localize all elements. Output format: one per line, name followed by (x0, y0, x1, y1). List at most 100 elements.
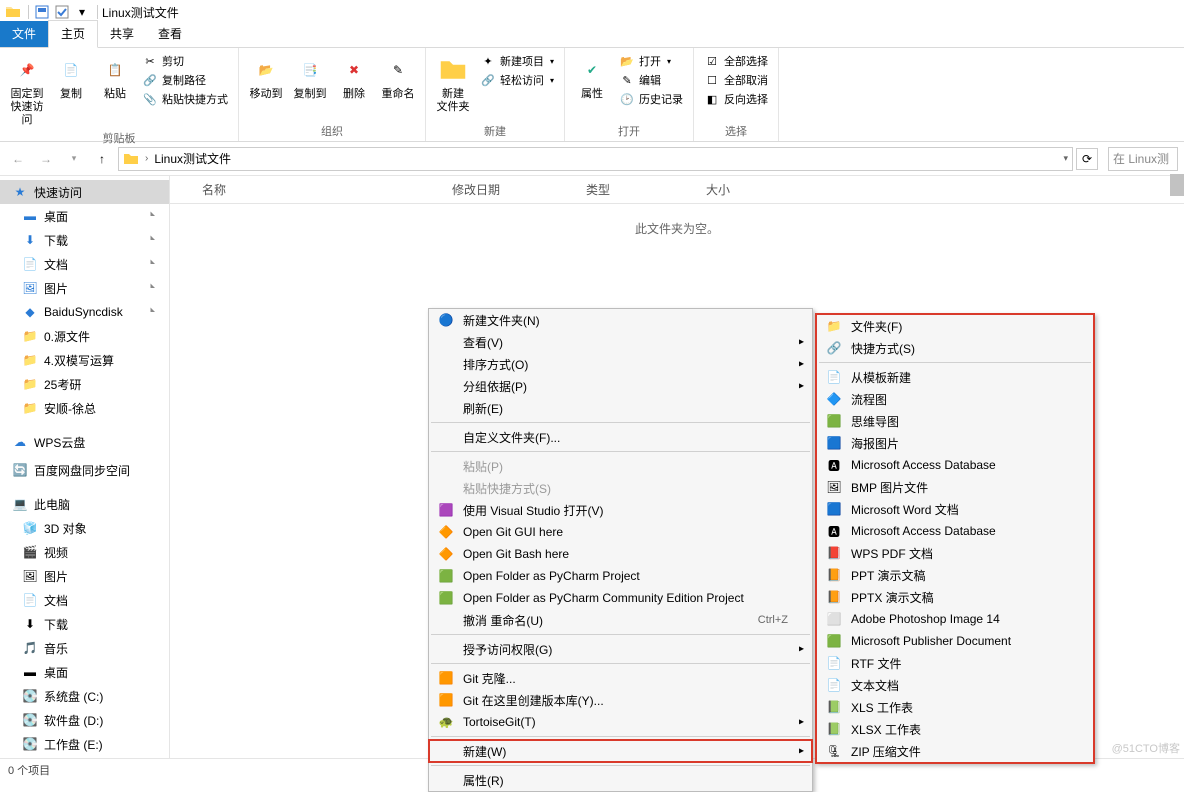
nav-videos[interactable]: 🎬视频 (0, 540, 169, 564)
refresh-button[interactable]: ⟳ (1076, 148, 1098, 170)
col-modified[interactable]: 修改日期 (452, 181, 586, 198)
menu-item[interactable]: 🔶Open Git Bash here (429, 543, 812, 565)
nav-bdsync[interactable]: 🔄百度网盘同步空间 (0, 458, 169, 482)
menu-item[interactable]: 🅰Microsoft Access Database (817, 454, 1093, 476)
context-submenu-new[interactable]: 📁文件夹(F)🔗快捷方式(S)📄从模板新建🔷流程图🟩思维导图🟦海报图片🅰Micr… (815, 313, 1095, 764)
menu-item[interactable]: 🟩Open Folder as PyCharm Community Editio… (429, 587, 812, 609)
rename-button[interactable]: ✎重命名 (377, 50, 419, 101)
qat-save-icon[interactable] (33, 3, 51, 21)
menu-item[interactable]: 📕WPS PDF 文档 (817, 542, 1093, 564)
menu-item[interactable]: 🟧Git 在这里创建版本库(Y)... (429, 689, 812, 711)
nav-desktop[interactable]: ▬桌面 (0, 204, 169, 228)
menu-item[interactable]: 📄文本文档 (817, 674, 1093, 696)
search-input[interactable]: 在 Linux测 (1108, 147, 1178, 171)
paste-button[interactable]: 📋粘贴 (94, 50, 136, 101)
nav-folder-an[interactable]: 📁安顺-徐总 (0, 396, 169, 420)
col-type[interactable]: 类型 (586, 181, 706, 198)
nav-recent-button[interactable]: ▾ (62, 147, 86, 171)
nav-forward-button[interactable]: → (34, 147, 58, 171)
open-button[interactable]: 📂打开▾ (615, 52, 687, 70)
qat-check-icon[interactable] (53, 3, 71, 21)
tab-view[interactable]: 查看 (146, 21, 194, 47)
nav-music[interactable]: 🎵音乐 (0, 636, 169, 660)
menu-item[interactable]: 查看(V)▸ (429, 331, 812, 353)
menu-item[interactable]: 📙PPT 演示文稿 (817, 564, 1093, 586)
selectall-button[interactable]: ☑全部选择 (700, 52, 772, 70)
pasteshortcut-button[interactable]: 📎粘贴快捷方式 (138, 90, 232, 108)
nav-quick-access[interactable]: ★快速访问 (0, 180, 169, 204)
tab-share[interactable]: 共享 (98, 21, 146, 47)
menu-item[interactable]: 🟦Microsoft Word 文档 (817, 498, 1093, 520)
menu-item[interactable]: 🟦海报图片 (817, 432, 1093, 454)
nav-folder-kao[interactable]: 📁25考研 (0, 372, 169, 396)
nav-baidu[interactable]: ◆BaiduSyncdisk (0, 300, 169, 324)
delete-button[interactable]: ✖删除 (333, 50, 375, 101)
menu-item[interactable]: 📄RTF 文件 (817, 652, 1093, 674)
nav-edrive[interactable]: 💽工作盘 (E:) (0, 732, 169, 756)
menu-item[interactable]: 🐢TortoiseGit(T)▸ (429, 711, 812, 733)
menu-item[interactable]: 刷新(E) (429, 397, 812, 419)
menu-item[interactable]: 属性(R) (429, 769, 812, 791)
menu-item[interactable]: ⬜Adobe Photoshop Image 14 (817, 608, 1093, 630)
nav-folder-src[interactable]: 📁0.源文件 (0, 324, 169, 348)
col-name[interactable]: 名称 (202, 181, 452, 198)
menu-item[interactable]: 撤消 重命名(U)Ctrl+Z (429, 609, 812, 631)
nav-pictures[interactable]: 🖼图片 (0, 276, 169, 300)
selectnone-button[interactable]: ☐全部取消 (700, 71, 772, 89)
newitem-button[interactable]: ✦新建项目▾ (476, 52, 558, 70)
menu-item[interactable]: 📄从模板新建 (817, 366, 1093, 388)
nav-dl2[interactable]: ⬇下载 (0, 612, 169, 636)
nav-3d[interactable]: 🧊3D 对象 (0, 516, 169, 540)
context-menu[interactable]: 🔵新建文件夹(N)查看(V)▸排序方式(O)▸分组依据(P)▸刷新(E) 自定义文… (428, 308, 813, 792)
menu-item[interactable]: 自定义文件夹(F)... (429, 426, 812, 448)
edit-button[interactable]: ✎编辑 (615, 71, 687, 89)
menu-item[interactable]: 🟪使用 Visual Studio 打开(V) (429, 499, 812, 521)
nav-ddrive[interactable]: 💽软件盘 (D:) (0, 708, 169, 732)
cut-button[interactable]: ✂剪切 (138, 52, 232, 70)
newfolder-button[interactable]: 新建 文件夹 (432, 50, 474, 114)
menu-item[interactable]: 🟩Microsoft Publisher Document (817, 630, 1093, 652)
menu-item[interactable]: 新建(W)▸ (429, 740, 812, 762)
nav-pics2[interactable]: 🖼图片 (0, 564, 169, 588)
easyaccess-button[interactable]: 🔗轻松访问▾ (476, 71, 558, 89)
tab-home[interactable]: 主页 (48, 20, 98, 48)
tab-file[interactable]: 文件 (0, 21, 48, 47)
copy-button[interactable]: 📄复制 (50, 50, 92, 101)
moveto-button[interactable]: 📂移动到 (245, 50, 287, 101)
copyto-button[interactable]: 📑复制到 (289, 50, 331, 101)
pin-button[interactable]: 📌固定到 快速访问 (6, 50, 48, 128)
menu-item[interactable]: 🖼BMP 图片文件 (817, 476, 1093, 498)
navigation-pane[interactable]: ★快速访问 ▬桌面 ⬇下载 📄文档 🖼图片 ◆BaiduSyncdisk 📁0.… (0, 176, 170, 758)
menu-item[interactable]: 🟩Open Folder as PyCharm Project (429, 565, 812, 587)
menu-item[interactable]: 🔵新建文件夹(N) (429, 309, 812, 331)
menu-item[interactable]: 📙PPTX 演示文稿 (817, 586, 1093, 608)
menu-item[interactable]: 授予访问权限(G)▸ (429, 638, 812, 660)
invert-button[interactable]: ◧反向选择 (700, 90, 772, 108)
copypath-button[interactable]: 🔗复制路径 (138, 71, 232, 89)
nav-cdrive[interactable]: 💽系统盘 (C:) (0, 684, 169, 708)
history-button[interactable]: 🕑历史记录 (615, 90, 687, 108)
menu-item[interactable]: 分组依据(P)▸ (429, 375, 812, 397)
nav-wps[interactable]: ☁WPS云盘 (0, 430, 169, 454)
breadcrumb-item[interactable]: Linux测试文件 (154, 150, 231, 167)
properties-button[interactable]: ✔属性 (571, 50, 613, 101)
menu-item[interactable]: 🟩思维导图 (817, 410, 1093, 432)
menu-item[interactable]: 🗜ZIP 压缩文件 (817, 740, 1093, 762)
nav-desk2[interactable]: ▬桌面 (0, 660, 169, 684)
col-size[interactable]: 大小 (706, 181, 730, 198)
column-headers[interactable]: 名称 修改日期 类型 大小 (170, 176, 1184, 204)
menu-item[interactable]: 📁文件夹(F) (817, 315, 1093, 337)
menu-item[interactable]: 🔗快捷方式(S) (817, 337, 1093, 359)
menu-item[interactable]: 📗XLS 工作表 (817, 696, 1093, 718)
nav-downloads[interactable]: ⬇下载 (0, 228, 169, 252)
menu-item[interactable]: 🔷流程图 (817, 388, 1093, 410)
nav-folder-dual[interactable]: 📁4.双模写运算 (0, 348, 169, 372)
menu-item[interactable]: 🔶Open Git GUI here (429, 521, 812, 543)
breadcrumb-box[interactable]: › Linux测试文件 ▾ (118, 147, 1073, 171)
menu-item[interactable]: 🅰Microsoft Access Database (817, 520, 1093, 542)
nav-up-button[interactable]: ↑ (90, 147, 114, 171)
menu-item[interactable]: 📗XLSX 工作表 (817, 718, 1093, 740)
nav-documents[interactable]: 📄文档 (0, 252, 169, 276)
menu-item[interactable]: 排序方式(O)▸ (429, 353, 812, 375)
menu-item[interactable]: 🟧Git 克隆... (429, 667, 812, 689)
